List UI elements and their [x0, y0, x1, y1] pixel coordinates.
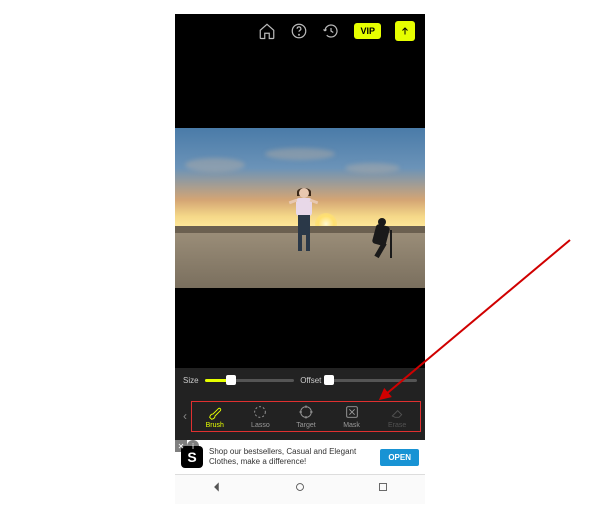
tool-mask[interactable]: Mask	[333, 404, 371, 429]
target-icon	[298, 404, 314, 420]
slider-bar: Size Offset	[175, 368, 425, 392]
tool-label: Mask	[343, 422, 360, 429]
top-toolbar: VIP	[175, 14, 425, 48]
tool-label: Lasso	[251, 422, 270, 429]
offset-slider[interactable]	[327, 379, 417, 382]
mask-icon	[344, 404, 360, 420]
tool-brush[interactable]: Brush	[196, 404, 234, 429]
status-bar	[175, 0, 425, 14]
size-slider-thumb[interactable]	[226, 375, 236, 385]
editor-canvas[interactable]	[175, 48, 425, 368]
ad-close-icon[interactable]: ✕	[175, 440, 187, 452]
vip-badge[interactable]: VIP	[354, 23, 381, 39]
offset-label: Offset	[300, 376, 321, 385]
phone-frame: VIP Size Offset	[175, 0, 425, 504]
ad-banner[interactable]: ✕ i S Shop our bestsellers, Casual and E…	[175, 440, 425, 474]
tool-label: Target	[296, 422, 315, 429]
tool-label: Erase	[388, 422, 406, 429]
ad-info-icon[interactable]: i	[187, 440, 199, 452]
tool-label: Brush	[206, 422, 224, 429]
tool-erase[interactable]: Erase	[378, 404, 416, 429]
tool-lasso[interactable]: Lasso	[241, 404, 279, 429]
nav-recent-icon[interactable]	[376, 480, 390, 499]
tool-target[interactable]: Target	[287, 404, 325, 429]
ad-open-button[interactable]: OPEN	[380, 449, 419, 466]
subject-girl	[293, 188, 315, 258]
size-label: Size	[183, 376, 199, 385]
subject-photographer	[370, 218, 400, 263]
tool-row-highlight: Brush Lasso Target Mask Erase	[191, 401, 421, 432]
offset-slider-thumb[interactable]	[324, 375, 334, 385]
help-icon[interactable]	[290, 22, 308, 40]
lasso-icon	[252, 404, 268, 420]
collapse-tools-chevron[interactable]: ‹	[179, 409, 191, 423]
photo-preview	[175, 128, 425, 288]
tool-bar: ‹ Brush Lasso Target Mask Erase	[175, 392, 425, 440]
home-icon[interactable]	[258, 22, 276, 40]
nav-back-icon[interactable]	[210, 480, 224, 499]
size-slider[interactable]	[205, 379, 295, 382]
ad-text: Shop our bestsellers, Casual and Elegant…	[209, 447, 374, 466]
erase-icon	[389, 404, 405, 420]
brush-icon	[207, 404, 223, 420]
history-icon[interactable]	[322, 22, 340, 40]
android-nav-bar	[175, 474, 425, 504]
export-button[interactable]	[395, 21, 415, 41]
nav-home-icon[interactable]	[293, 480, 307, 499]
